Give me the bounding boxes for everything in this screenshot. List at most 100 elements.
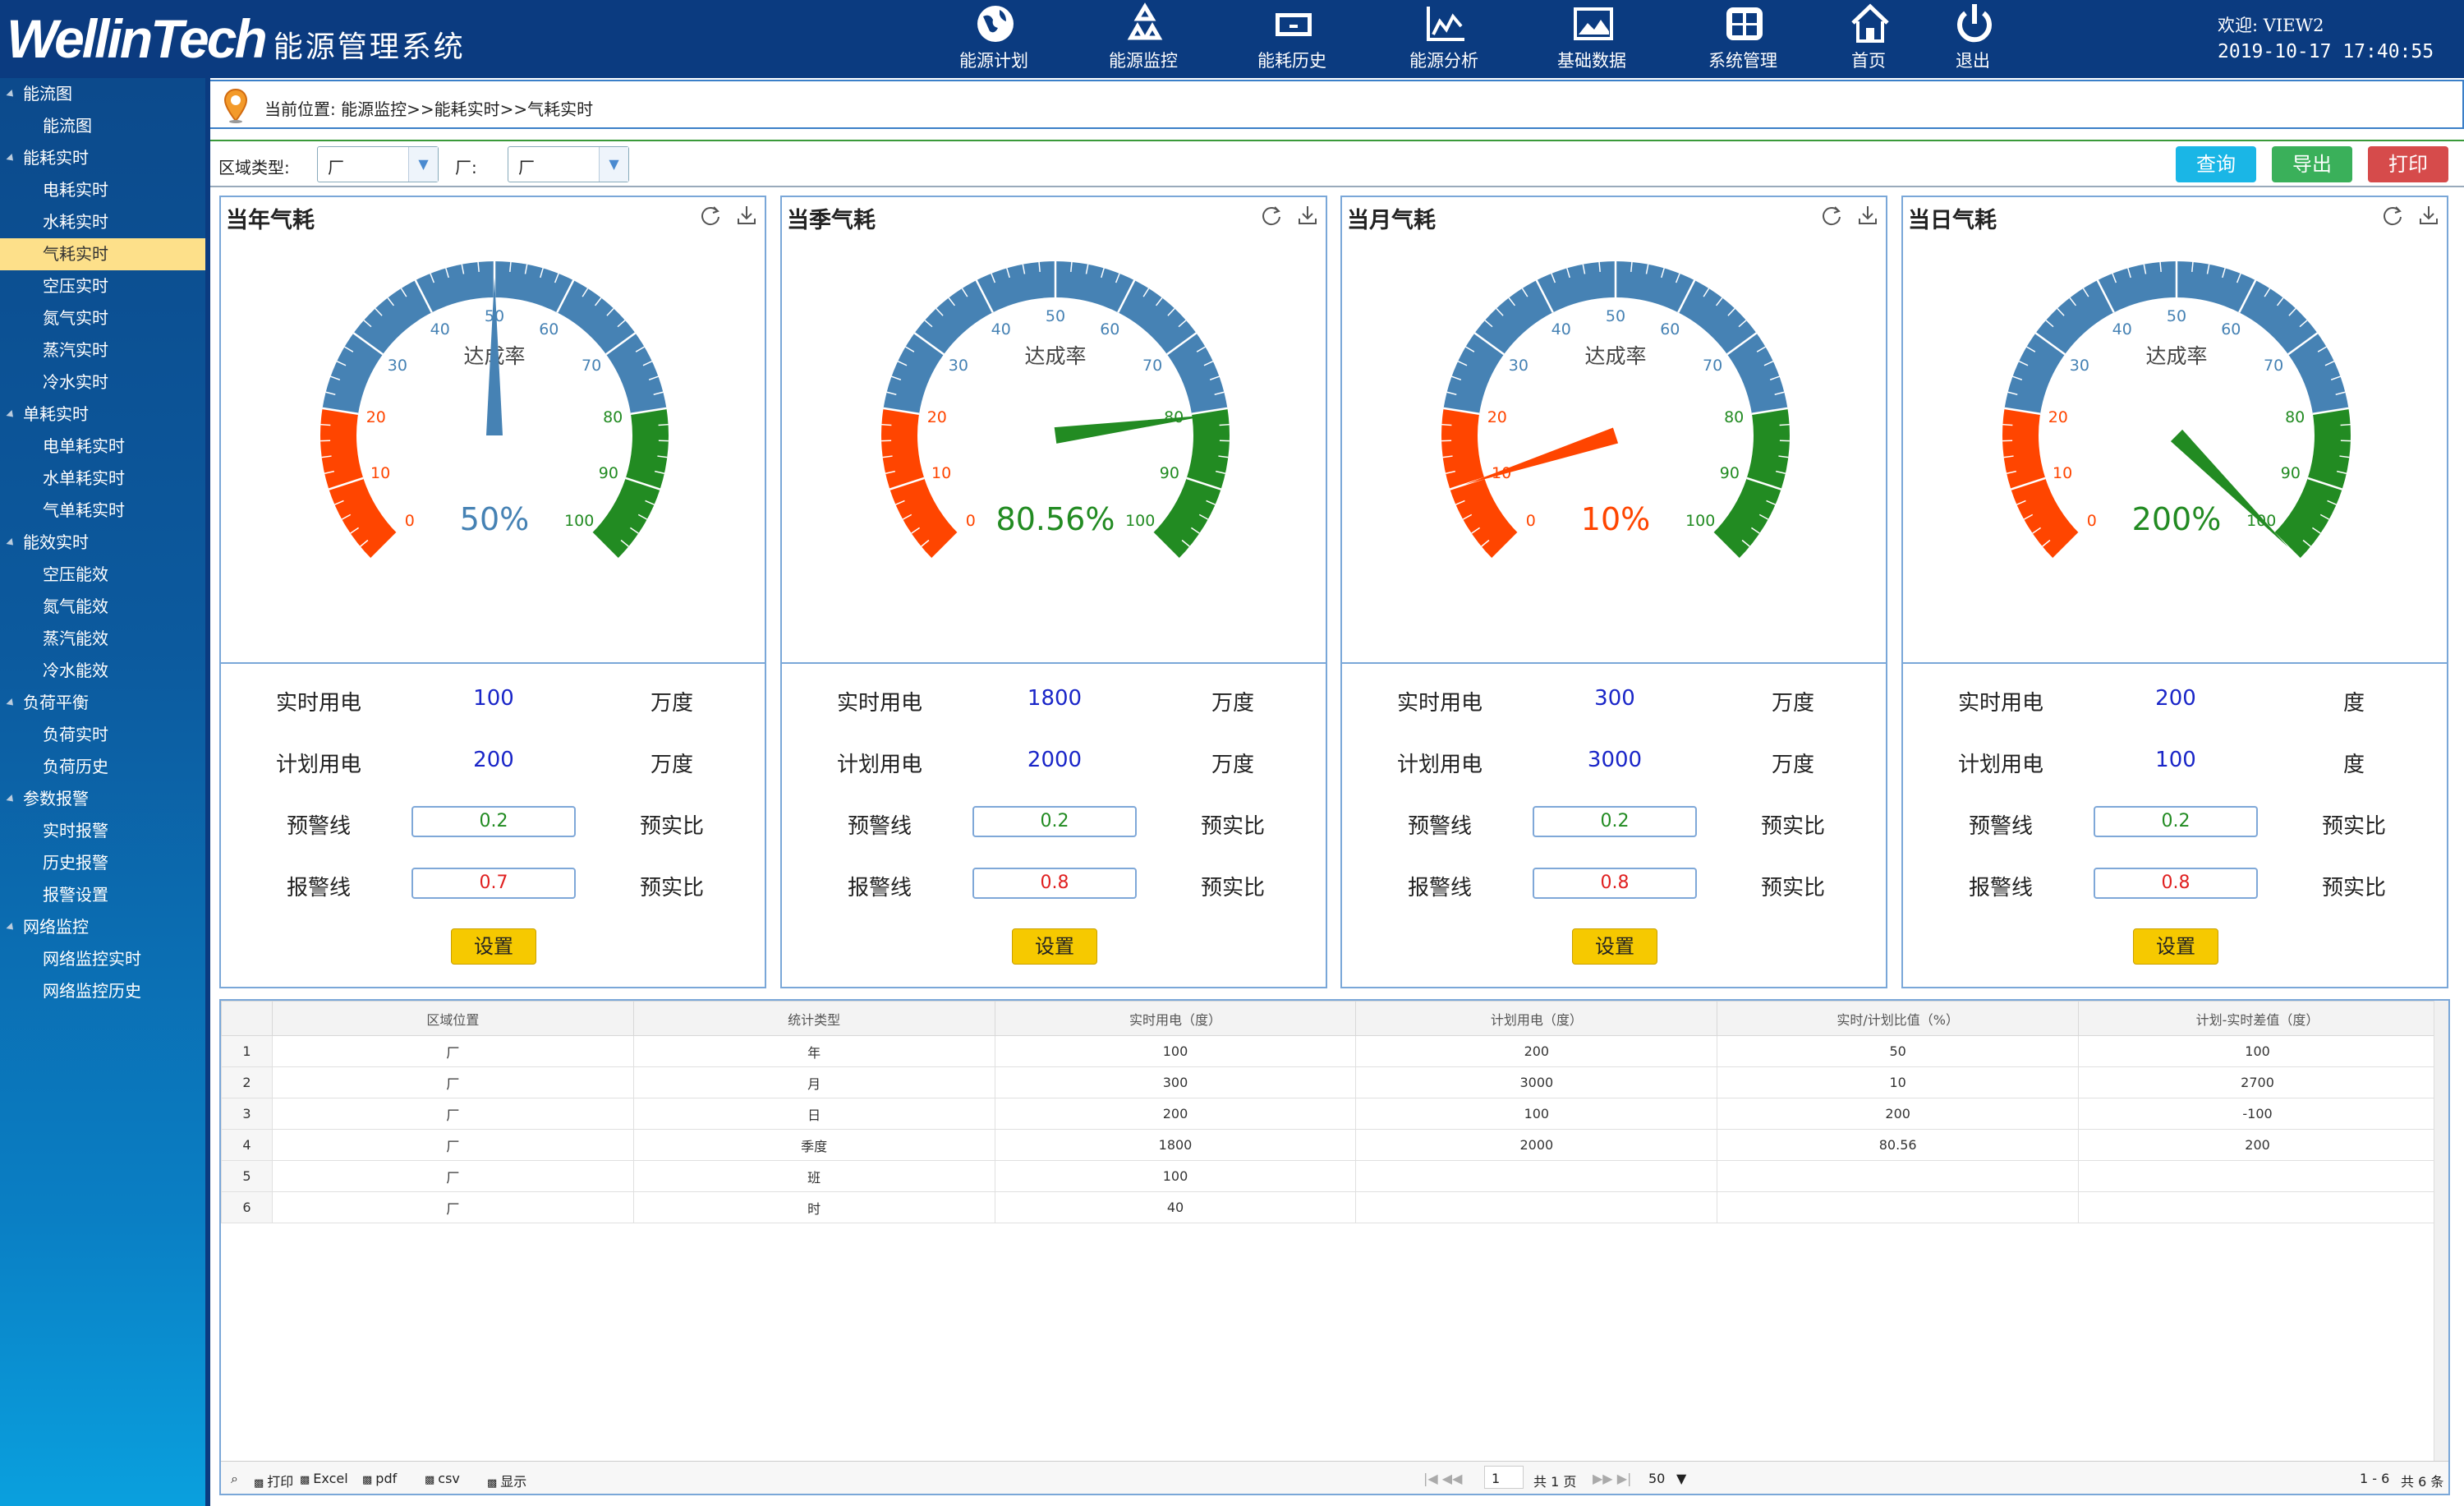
nav-power[interactable]: 退出 [1919, 0, 2026, 78]
column-header[interactable]: 计划用电（度） [1355, 1001, 1718, 1036]
table-row[interactable]: 3 厂日 200 100 200 -100 [221, 1098, 2437, 1130]
export-button[interactable]: 导出 [2272, 146, 2352, 182]
column-header[interactable]: 统计类型 [632, 1001, 995, 1036]
warning-line-input[interactable]: 0.2 [411, 806, 576, 837]
download-icon[interactable] [1296, 204, 1319, 227]
search-icon[interactable]: ⌕ [231, 1471, 238, 1487]
print-button[interactable]: 打印 [2368, 146, 2448, 182]
sidebar-item[interactable]: 蒸汽实时 [0, 334, 205, 366]
sidebar-group[interactable]: 单耗实时 [0, 398, 205, 431]
sidebar-item[interactable]: 网络监控历史 [0, 975, 205, 1007]
chevron-down-icon[interactable]: ▼ [408, 147, 438, 182]
gauge-band [1441, 408, 1519, 559]
table-cell: -100 [2078, 1098, 2437, 1130]
nav-bar-chart[interactable]: 能源分析 [1391, 0, 1497, 78]
sidebar-item[interactable]: 空压实时 [0, 270, 205, 302]
set-button[interactable]: 设置 [1572, 928, 1657, 965]
sidebar-item[interactable]: 空压能效 [0, 559, 205, 591]
sidebar-group[interactable]: 参数报警 [0, 783, 205, 815]
grid-tool-1[interactable]: ▩ Excel [300, 1471, 348, 1486]
nav-globe[interactable]: 能源计划 [940, 0, 1047, 78]
grid-tool-4[interactable]: ▩ 显示 [487, 1471, 526, 1490]
table-row[interactable]: 5 厂班 100 [221, 1160, 2437, 1192]
vertical-scrollbar[interactable] [2434, 1001, 2448, 1462]
sidebar-item[interactable]: 气单耗实时 [0, 495, 205, 527]
alarm-line-input[interactable]: 0.7 [411, 868, 576, 899]
row-unit: 万度 [1211, 753, 1254, 777]
row-label: 计划用电 [836, 753, 922, 777]
download-icon[interactable] [735, 204, 758, 227]
sidebar-group[interactable]: 网络监控 [0, 911, 205, 943]
gauge-tick-label: 60 [1660, 320, 1680, 339]
download-icon[interactable] [2417, 204, 2440, 227]
breadcrumb-text: 当前位置: 能源监控>>能耗实时>>气耗实时 [264, 99, 594, 119]
row-unit: 预实比 [639, 814, 704, 839]
query-button[interactable]: 查询 [2176, 146, 2256, 182]
row-label: 预警线 [847, 814, 912, 839]
page-input[interactable]: 1 [1484, 1466, 1524, 1489]
sidebar-item[interactable]: 蒸汽能效 [0, 623, 205, 655]
sidebar-item[interactable]: 水耗实时 [0, 206, 205, 238]
download-icon[interactable] [1856, 204, 1879, 227]
table-row[interactable]: 1 厂年 100 200 50 100 [221, 1035, 2437, 1067]
sidebar-item[interactable]: 水单耗实时 [0, 463, 205, 495]
sidebar-group[interactable]: 能耗实时 [0, 142, 205, 174]
warning-line-input[interactable]: 0.2 [2094, 806, 2258, 837]
nav-windows[interactable]: 系统管理 [1689, 0, 1796, 78]
sidebar-group[interactable]: 能效实时 [0, 527, 205, 559]
alarm-line-input[interactable]: 0.8 [2094, 868, 2258, 899]
warning-line-input[interactable]: 0.2 [1533, 806, 1697, 837]
alarm-line-input[interactable]: 0.8 [972, 868, 1137, 899]
sidebar-item[interactable]: 气耗实时 [0, 238, 205, 270]
factory-select[interactable]: 厂 ▼ [508, 146, 629, 182]
column-header[interactable] [221, 1001, 273, 1036]
row-label: 实时用电 [1396, 691, 1483, 716]
grid-tool-0[interactable]: ▩ 打印 [254, 1471, 293, 1490]
set-button[interactable]: 设置 [1012, 928, 1097, 965]
sidebar-item[interactable]: 电耗实时 [0, 174, 205, 206]
nav-recycle[interactable]: 能源监控 [1090, 0, 1197, 78]
nav-monitor[interactable]: 能耗历史 [1239, 0, 1345, 78]
chevron-down-icon[interactable]: ▼ [1676, 1471, 1686, 1486]
page-size-select[interactable]: 50 [1648, 1471, 1665, 1486]
gauge-label: 达成率 [2145, 344, 2207, 368]
sidebar-item[interactable]: 负荷实时 [0, 719, 205, 751]
column-header[interactable]: 计划-实时差值（度） [2078, 1001, 2437, 1036]
warning-line-input[interactable]: 0.2 [972, 806, 1137, 837]
sidebar-item[interactable]: 氮气能效 [0, 591, 205, 623]
area-type-select[interactable]: 厂 ▼ [317, 146, 439, 182]
sidebar-group[interactable]: 能流图 [0, 78, 205, 110]
record-range: 1 - 6 [2360, 1471, 2390, 1486]
alarm-line-input[interactable]: 0.8 [1533, 868, 1697, 899]
column-header[interactable]: 区域位置 [271, 1001, 634, 1036]
row-label: 实时用电 [836, 691, 922, 716]
set-button[interactable]: 设置 [2133, 928, 2218, 965]
set-button[interactable]: 设置 [451, 928, 536, 965]
pager-first-icon[interactable]: |◀ ◀◀ [1423, 1471, 1462, 1486]
table-row[interactable]: 4 厂季度 1800 2000 80.56 200 [221, 1129, 2437, 1161]
nav-home[interactable]: 首页 [1815, 0, 1922, 78]
grid-tool-3[interactable]: ▩ csv [425, 1471, 460, 1486]
sidebar-item[interactable]: 冷水实时 [0, 366, 205, 398]
sidebar-item[interactable]: 冷水能效 [0, 655, 205, 687]
gauge-tick-label: 10 [2053, 464, 2072, 482]
sidebar-item[interactable]: 历史报警 [0, 847, 205, 879]
sidebar-item[interactable]: 报警设置 [0, 879, 205, 911]
grid-tool-2[interactable]: ▩ pdf [362, 1471, 397, 1486]
sidebar-item[interactable]: 能流图 [0, 110, 205, 142]
column-header[interactable]: 实时/计划比值（%） [1717, 1001, 2080, 1036]
table-row[interactable]: 6 厂时 40 [221, 1191, 2437, 1223]
column-header[interactable]: 实时用电（度） [994, 1001, 1357, 1036]
sidebar-group[interactable]: 负荷平衡 [0, 687, 205, 719]
table-row[interactable]: 2 厂月 300 3000 10 2700 [221, 1066, 2437, 1098]
grid-tool-label: pdf [375, 1471, 398, 1486]
sidebar-item[interactable]: 电单耗实时 [0, 431, 205, 463]
record-total: 共 6 条 [2401, 1474, 2444, 1490]
pager-next-icon[interactable]: ▶▶ ▶| [1593, 1471, 1631, 1486]
sidebar-item[interactable]: 网络监控实时 [0, 943, 205, 975]
sidebar-item[interactable]: 负荷历史 [0, 751, 205, 783]
nav-image[interactable]: 基础数据 [1538, 0, 1645, 78]
chevron-down-icon[interactable]: ▼ [599, 147, 628, 182]
sidebar-item[interactable]: 实时报警 [0, 815, 205, 847]
sidebar-item[interactable]: 氮气实时 [0, 302, 205, 334]
